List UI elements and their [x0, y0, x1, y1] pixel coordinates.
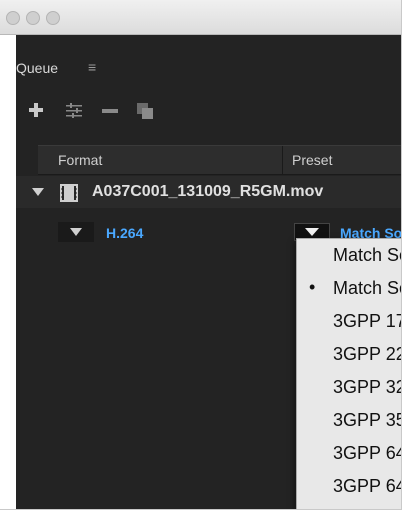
plus-icon[interactable] [28, 102, 44, 118]
app-window: Queue ≡ Format Preset A037C001_131009_R5… [0, 0, 402, 510]
selected-bullet-icon: • [309, 277, 316, 297]
column-header: Format Preset [38, 145, 401, 175]
minus-icon[interactable] [102, 109, 118, 113]
preset-dropdown-menu: Match Source - Adaptive High Bitrate • M… [296, 238, 401, 509]
dropdown-item[interactable]: 3GPP 640x480 24fps [333, 476, 401, 497]
title-bar [0, 0, 401, 35]
panel-title[interactable]: Queue [16, 60, 58, 76]
close-button[interactable] [6, 11, 20, 25]
dropdown-item[interactable]: 3GPP 176x144 15fps [333, 311, 401, 332]
dropdown-item[interactable]: 3GPP 220x176 15fps [333, 344, 401, 365]
expand-triangle-icon [70, 228, 82, 236]
dropdown-item[interactable]: 3GPP 352x288 15fps [333, 410, 401, 431]
dropdown-item[interactable]: 3GPP 320x240 15fps [333, 377, 401, 398]
chevron-down-icon [305, 228, 319, 236]
duplicate-icon[interactable] [136, 102, 154, 120]
settings-sliders-icon[interactable] [64, 103, 84, 119]
column-format[interactable]: Format [58, 152, 102, 168]
format-codec-link[interactable]: H.264 [106, 225, 143, 241]
column-preset[interactable]: Preset [292, 152, 332, 168]
panel-left-edge [0, 35, 16, 509]
dropdown-item-selected[interactable]: Match Source - High bitrate [333, 278, 401, 299]
file-name[interactable]: A037C001_131009_R5GM.mov [92, 183, 323, 201]
dropdown-item[interactable]: 3GPP 640x480 15fps [333, 443, 401, 464]
minimize-button[interactable] [26, 11, 40, 25]
output-expand-toggle[interactable] [58, 222, 94, 242]
queue-item-file[interactable]: A037C001_131009_R5GM.mov [16, 176, 401, 208]
dropdown-item[interactable]: Match Source - Adaptive High Bitrate [333, 245, 401, 266]
panel-menu-icon[interactable]: ≡ [88, 59, 96, 75]
expand-triangle-icon[interactable] [32, 188, 44, 196]
zoom-button[interactable] [46, 11, 60, 25]
film-icon [60, 184, 78, 207]
column-divider[interactable] [282, 146, 283, 174]
